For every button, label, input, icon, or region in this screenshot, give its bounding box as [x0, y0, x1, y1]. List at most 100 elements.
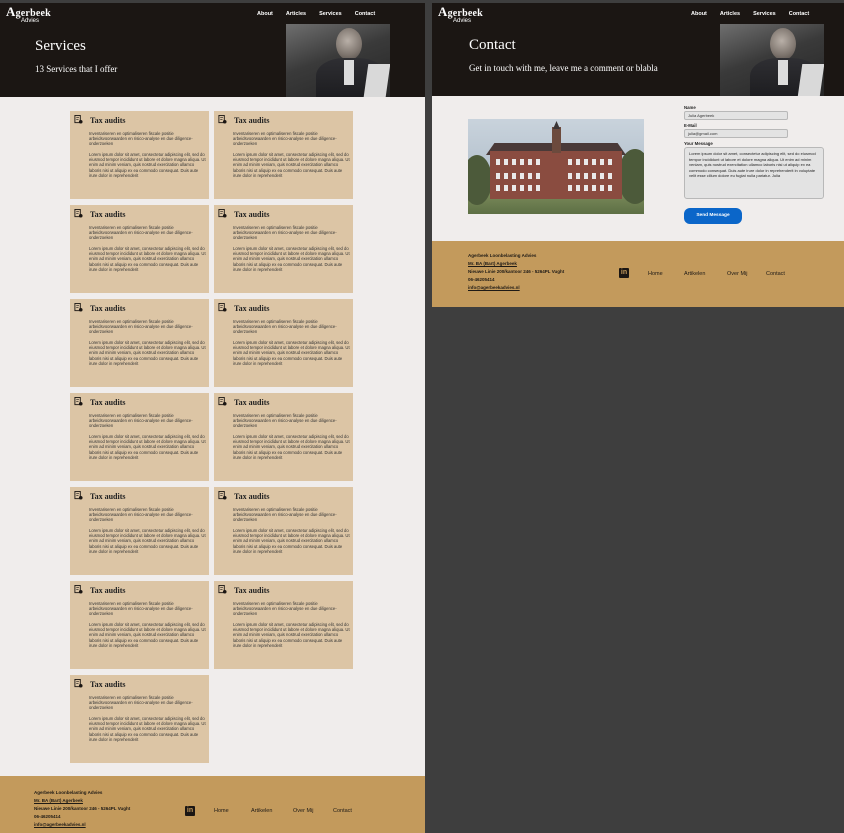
- service-card-title: Tax audits: [90, 398, 126, 407]
- building-window: [600, 185, 604, 191]
- page-title: Contact: [469, 37, 516, 53]
- tax-document-icon: [218, 209, 227, 218]
- footer-link-about[interactable]: Over Mij: [727, 271, 747, 277]
- service-card-title: Tax audits: [234, 116, 270, 125]
- footer-person[interactable]: Mr. BA (Bart) Agerbeek: [468, 260, 564, 268]
- building-window: [512, 173, 516, 179]
- footer-link-about[interactable]: Over Mij: [293, 808, 313, 814]
- services-hero: Services 13 Services that I offer: [0, 24, 425, 97]
- service-card: Tax audits Inventariseren en optimalisere…: [214, 299, 353, 387]
- nav-articles[interactable]: Articles: [286, 11, 306, 17]
- service-card-intro: Inventariseren en optimaliseren fiscale …: [89, 319, 193, 335]
- service-card: Tax audits Inventariseren en optimalisere…: [214, 393, 353, 481]
- linkedin-icon[interactable]: in: [619, 268, 629, 278]
- footer-address: Nieuwe Linie 200/kantoor 246 - 5264PL Vu…: [34, 806, 131, 811]
- building-window: [584, 159, 588, 165]
- service-card: Tax audits Inventariseren en optimalisere…: [70, 393, 209, 481]
- service-card-title: Tax audits: [234, 304, 270, 313]
- service-card-body: Lorem ipsum dolor sit amet, consectetur …: [89, 152, 206, 178]
- footer-link-home[interactable]: Home: [214, 808, 229, 814]
- service-card-body: Lorem ipsum dolor sit amet, consectetur …: [233, 246, 350, 272]
- nav-services[interactable]: Services: [753, 11, 776, 17]
- footer-link-articles[interactable]: Artikelen: [684, 271, 705, 277]
- tax-document-icon: [218, 303, 227, 312]
- footer-email[interactable]: info@agerbeekadvies.nl: [34, 821, 130, 829]
- service-card-title: Tax audits: [234, 492, 270, 501]
- logo[interactable]: Agerbeek Advies: [438, 5, 483, 24]
- service-card-title: Tax audits: [234, 398, 270, 407]
- name-field[interactable]: Julia Agerbeek: [684, 111, 788, 120]
- service-card: Tax audits Inventariseren en optimalisere…: [70, 675, 209, 763]
- linkedin-icon[interactable]: in: [185, 806, 195, 816]
- message-label: Your Message: [684, 141, 713, 146]
- contact-page: Agerbeek Advies About Articles Services …: [432, 3, 844, 307]
- nav-links: About Articles Services Contact: [257, 11, 375, 17]
- service-card-body: Lorem ipsum dolor sit amet, consectetur …: [89, 622, 206, 648]
- tax-document-icon: [74, 585, 83, 594]
- send-message-button[interactable]: Send Message: [684, 208, 742, 224]
- page-subtitle: Get in touch with me, leave me a comment…: [469, 63, 658, 73]
- building-window: [504, 159, 508, 165]
- service-card-title: Tax audits: [90, 492, 126, 501]
- top-nav: Agerbeek Advies About Articles Services …: [0, 3, 425, 24]
- footer-phone: 06-46205414: [468, 277, 495, 282]
- service-card: Tax audits Inventariseren en optimalisere…: [70, 299, 209, 387]
- nav-services[interactable]: Services: [319, 11, 342, 17]
- building-window: [496, 173, 500, 179]
- building-window: [600, 173, 604, 179]
- footer-contact-info: Agerbeek Loonbelasting Advies Mr. BA (Ba…: [34, 789, 130, 829]
- nav-contact[interactable]: Contact: [789, 11, 809, 17]
- nav-about[interactable]: About: [691, 11, 707, 17]
- service-card-body: Lorem ipsum dolor sit amet, consectetur …: [233, 152, 350, 178]
- service-card-body: Lorem ipsum dolor sit amet, consectetur …: [233, 622, 350, 648]
- service-card: Tax audits Inventariseren en optimalisere…: [70, 581, 209, 669]
- building-window: [592, 173, 596, 179]
- nav-about[interactable]: About: [257, 11, 273, 17]
- service-card: Tax audits Inventariseren en optimalisere…: [214, 581, 353, 669]
- footer-link-contact[interactable]: Contact: [766, 271, 785, 277]
- service-card: Tax audits Inventariseren en optimalisere…: [70, 487, 209, 575]
- page-title: Services: [35, 38, 86, 54]
- tax-document-icon: [218, 397, 227, 406]
- service-card-body: Lorem ipsum dolor sit amet, consectetur …: [233, 340, 350, 366]
- tax-document-icon: [74, 397, 83, 406]
- building-window: [576, 159, 580, 165]
- name-label: Name: [684, 105, 696, 110]
- service-card-intro: Inventariseren en optimaliseren fiscale …: [233, 601, 337, 617]
- service-card-body: Lorem ipsum dolor sit amet, consectetur …: [89, 246, 206, 272]
- building-window: [504, 185, 508, 191]
- service-card: Tax audits Inventariseren en optimalisere…: [70, 205, 209, 293]
- tax-document-icon: [218, 491, 227, 500]
- service-card-title: Tax audits: [90, 586, 126, 595]
- building-window: [528, 159, 532, 165]
- logo-initial: A: [6, 4, 16, 19]
- page-subtitle: 13 Services that I offer: [35, 64, 118, 74]
- service-card-body: Lorem ipsum dolor sit amet, consectetur …: [233, 528, 350, 554]
- footer-link-articles[interactable]: Artikelen: [251, 808, 272, 814]
- nav-articles[interactable]: Articles: [720, 11, 740, 17]
- nav-contact[interactable]: Contact: [355, 11, 375, 17]
- message-textarea[interactable]: Lorem ipsum dolor sit amet, consectetur …: [684, 147, 824, 199]
- email-label: E-Mail: [684, 123, 697, 128]
- building-window: [512, 185, 516, 191]
- service-card: Tax audits Inventariseren en optimalisere…: [214, 111, 353, 199]
- footer-link-home[interactable]: Home: [648, 271, 663, 277]
- building-window: [584, 173, 588, 179]
- logo[interactable]: Agerbeek Advies: [6, 5, 51, 24]
- building-window: [592, 185, 596, 191]
- logo-initial: A: [438, 4, 448, 19]
- building-window: [528, 185, 532, 191]
- office-building-photo: [468, 119, 644, 214]
- building-window: [608, 159, 612, 165]
- service-card-intro: Inventariseren en optimaliseren fiscale …: [233, 319, 337, 335]
- footer-person[interactable]: Mr. BA (Bart) Agerbeek: [34, 797, 130, 805]
- nav-links: About Articles Services Contact: [691, 11, 809, 17]
- footer: Agerbeek Loonbelasting Advies Mr. BA (Ba…: [432, 241, 844, 307]
- footer-link-contact[interactable]: Contact: [333, 808, 352, 814]
- tax-document-icon: [218, 115, 227, 124]
- building-window: [520, 185, 524, 191]
- email-field[interactable]: julia@gmail.com: [684, 129, 788, 138]
- building-window: [504, 173, 508, 179]
- footer-email[interactable]: info@agerbeekadvies.nl: [468, 284, 564, 292]
- service-card: Tax audits Inventariseren en optimalisere…: [214, 487, 353, 575]
